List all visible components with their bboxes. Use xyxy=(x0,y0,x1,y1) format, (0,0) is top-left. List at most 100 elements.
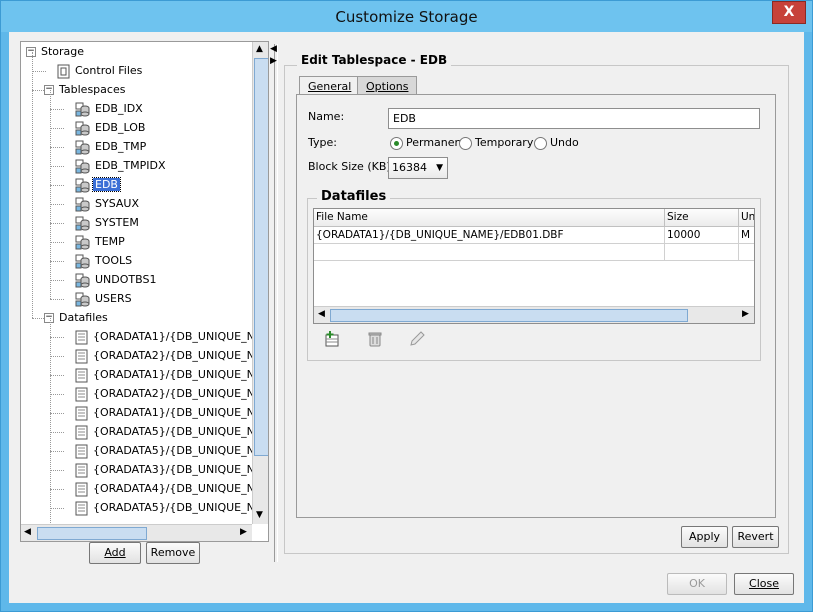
block-size-value: 16384 xyxy=(392,161,427,174)
tree-label: {ORADATA2}/{DB_UNIQUE_NAM xyxy=(93,387,269,400)
scroll-right-icon[interactable]: ▶ xyxy=(240,527,247,537)
tree-node-datafile[interactable]: {ORADATA2}/{DB_UNIQUE_NAM xyxy=(63,347,268,364)
tree-node-tablespace[interactable]: EDB_IDX xyxy=(63,100,145,117)
table-cell-file-name[interactable]: {ORADATA1}/{DB_UNIQUE_NAME}/EDB01.DBF xyxy=(314,227,665,244)
close-button[interactable]: Close xyxy=(734,573,794,595)
scroll-left-icon[interactable]: ◀ xyxy=(24,527,31,537)
tree-vertical-scrollbar[interactable]: ▲ ▼ xyxy=(252,42,268,524)
apply-button[interactable]: Apply xyxy=(681,526,728,548)
tree-node-datafile[interactable]: {ORADATA5}/{DB_UNIQUE_NAM xyxy=(63,499,269,516)
tree-connector xyxy=(50,432,64,433)
revert-button[interactable]: Revert xyxy=(732,526,779,548)
tree-node-tablespace[interactable]: UNDOTBS1 xyxy=(63,271,158,288)
scroll-left-icon[interactable]: ◀ xyxy=(318,309,325,319)
tree-horizontal-thumb[interactable] xyxy=(37,527,147,540)
tree-connector xyxy=(50,451,64,452)
tree-connector xyxy=(50,394,64,395)
tree-node-tablespace[interactable]: EDB_TMP xyxy=(63,138,148,155)
tree-node-datafile[interactable]: {ORADATA1}/{DB_UNIQUE_NAM xyxy=(63,404,268,421)
tree-label: EDB_LOB xyxy=(95,121,146,134)
tree-label: {ORADATA5}/{DB_UNIQUE_NAM xyxy=(93,425,269,438)
tree-node-datafile[interactable]: {ORADATA2}/{DB_UNIQUE_NAM xyxy=(63,385,269,402)
trash-icon[interactable] xyxy=(366,330,384,348)
tree-node-control-files[interactable]: Control Files xyxy=(45,62,144,79)
dialog-client: − Storage Control Files − Tablespaces EDB_IDX… xyxy=(9,32,804,603)
tree-connector xyxy=(50,90,51,299)
scroll-right-icon[interactable]: ▶ xyxy=(742,309,749,319)
pencil-icon[interactable] xyxy=(408,330,426,348)
tree-connector xyxy=(50,204,64,205)
storage-tree[interactable]: − Storage Control Files − Tablespaces EDB_IDX… xyxy=(20,41,269,542)
tree-connector xyxy=(50,185,64,186)
tree-connector xyxy=(50,375,64,376)
tree-label: {ORADATA4}/{DB_UNIQUE_NAM xyxy=(93,482,269,495)
add-row-icon[interactable] xyxy=(323,330,341,348)
tree-connector xyxy=(50,489,64,490)
title-bar[interactable]: Customize Storage X xyxy=(1,1,812,32)
close-button-label: Close xyxy=(749,577,779,590)
datafiles-table[interactable]: File Name Size Un {ORADATA1}/{DB_UNIQUE_… xyxy=(313,208,755,324)
tree-node-datafile[interactable]: {ORADATA3}/{DB_UNIQUE_NAM xyxy=(63,461,268,478)
tree-label: Storage xyxy=(41,45,85,58)
chevron-down-icon: ▼ xyxy=(436,163,443,173)
tree-label: Tablespaces xyxy=(59,83,126,96)
tree-label: {ORADATA5}/{DB_UNIQUE_NAM xyxy=(93,444,269,457)
table-cell-empty[interactable] xyxy=(314,244,665,261)
block-size-label: Block Size (KB): xyxy=(308,160,395,173)
tree-label: EDB_IDX xyxy=(95,102,143,115)
tree-node-datafiles[interactable]: Datafiles xyxy=(45,309,110,326)
scroll-up-icon[interactable]: ▲ xyxy=(256,44,263,54)
tree-horizontal-scrollbar[interactable]: ◀ ▶ xyxy=(21,524,252,541)
tree-label: {ORADATA5}/{DB_UNIQUE_NAM xyxy=(93,501,269,514)
add-button[interactable]: Add xyxy=(89,542,141,564)
close-window-button[interactable]: X xyxy=(772,1,806,24)
type-temporary-radio[interactable]: Temporary xyxy=(459,136,533,150)
type-undo-radio[interactable]: Undo xyxy=(534,136,579,150)
tree-node-tablespace[interactable]: EDB_TMPIDX xyxy=(63,157,168,174)
scroll-down-icon[interactable]: ▼ xyxy=(256,510,263,520)
block-size-select[interactable]: 16384 ▼ xyxy=(388,157,448,179)
table-horizontal-thumb[interactable] xyxy=(330,309,688,322)
edit-tablespace-title: Edit Tablespace - EDB xyxy=(297,53,452,67)
table-cell-empty[interactable] xyxy=(665,244,739,261)
remove-button[interactable]: Remove xyxy=(146,542,200,564)
tab-options[interactable]: Options xyxy=(357,76,418,96)
splitter-left-icon[interactable]: ◀ xyxy=(270,44,277,54)
tree-label: Datafiles xyxy=(59,311,108,324)
tree-node-tablespace[interactable]: EDB xyxy=(63,176,121,193)
column-header-unit[interactable]: Un xyxy=(739,209,754,227)
table-cell-size[interactable]: 10000 xyxy=(665,227,739,244)
tree-connector xyxy=(50,299,64,300)
table-cell-unit[interactable]: M B xyxy=(739,227,754,244)
tree-connector xyxy=(50,166,64,167)
tree-node-datafile[interactable]: {ORADATA1}/{DB_UNIQUE_NAM xyxy=(63,328,268,345)
tree-label: EDB xyxy=(92,177,121,192)
ok-button[interactable]: OK xyxy=(667,573,727,595)
tree-connector xyxy=(32,90,44,91)
tree-vertical-thumb[interactable] xyxy=(254,58,268,456)
splitter-right-icon[interactable]: ▶ xyxy=(270,56,277,66)
tree-connector xyxy=(50,128,64,129)
tree-node-tablespaces[interactable]: Tablespaces xyxy=(45,81,127,98)
column-header-file-name[interactable]: File Name xyxy=(314,209,665,227)
table-horizontal-scrollbar[interactable]: ◀ ▶ xyxy=(314,306,754,323)
tree-node-storage[interactable]: Storage xyxy=(27,43,86,60)
type-permanent-radio[interactable]: Permanent xyxy=(390,136,466,150)
tree-node-tablespace[interactable]: USERS xyxy=(63,290,134,307)
tree-node-tablespace[interactable]: SYSTEM xyxy=(63,214,141,231)
column-header-size[interactable]: Size xyxy=(665,209,739,227)
tree-node-tablespace[interactable]: EDB_LOB xyxy=(63,119,147,136)
table-cell-empty[interactable] xyxy=(739,244,754,261)
radio-unchecked-icon xyxy=(459,136,472,150)
tree-connector xyxy=(50,223,64,224)
tree-node-tablespace[interactable]: TEMP xyxy=(63,233,127,250)
tree-node-datafile[interactable]: {ORADATA5}/{DB_UNIQUE_NAM xyxy=(63,442,269,459)
tree-node-tablespace[interactable]: SYSAUX xyxy=(63,195,141,212)
tree-connector xyxy=(50,318,51,527)
panel-splitter[interactable] xyxy=(274,44,278,562)
tree-node-datafile[interactable]: {ORADATA1}/{DB_UNIQUE_NAM xyxy=(63,366,268,383)
tree-node-datafile[interactable]: {ORADATA5}/{DB_UNIQUE_NAM xyxy=(63,423,269,440)
tree-node-tablespace[interactable]: TOOLS xyxy=(63,252,134,269)
name-field[interactable]: EDB xyxy=(388,108,760,129)
tree-node-datafile[interactable]: {ORADATA4}/{DB_UNIQUE_NAM xyxy=(63,480,269,497)
